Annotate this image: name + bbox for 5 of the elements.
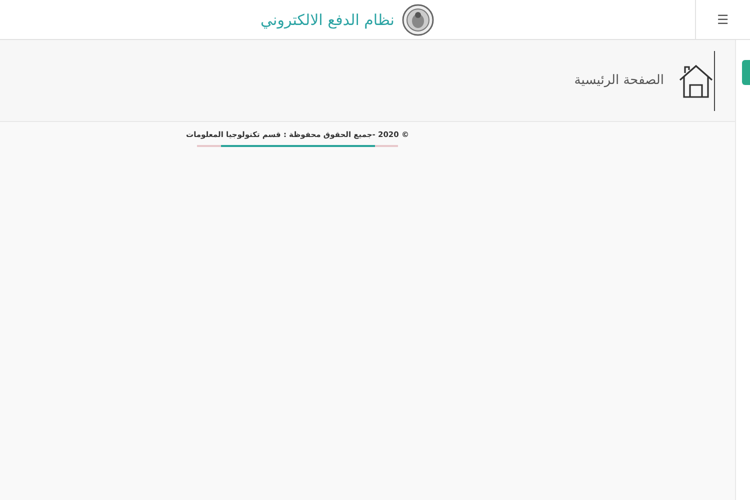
home-icon — [678, 62, 714, 98]
page-title: الصفحة الرئيسية — [574, 73, 664, 88]
app-title: نظام الدفع الالكتروني — [260, 10, 394, 28]
side-tab[interactable] — [742, 60, 750, 85]
seal-logo — [402, 4, 434, 36]
